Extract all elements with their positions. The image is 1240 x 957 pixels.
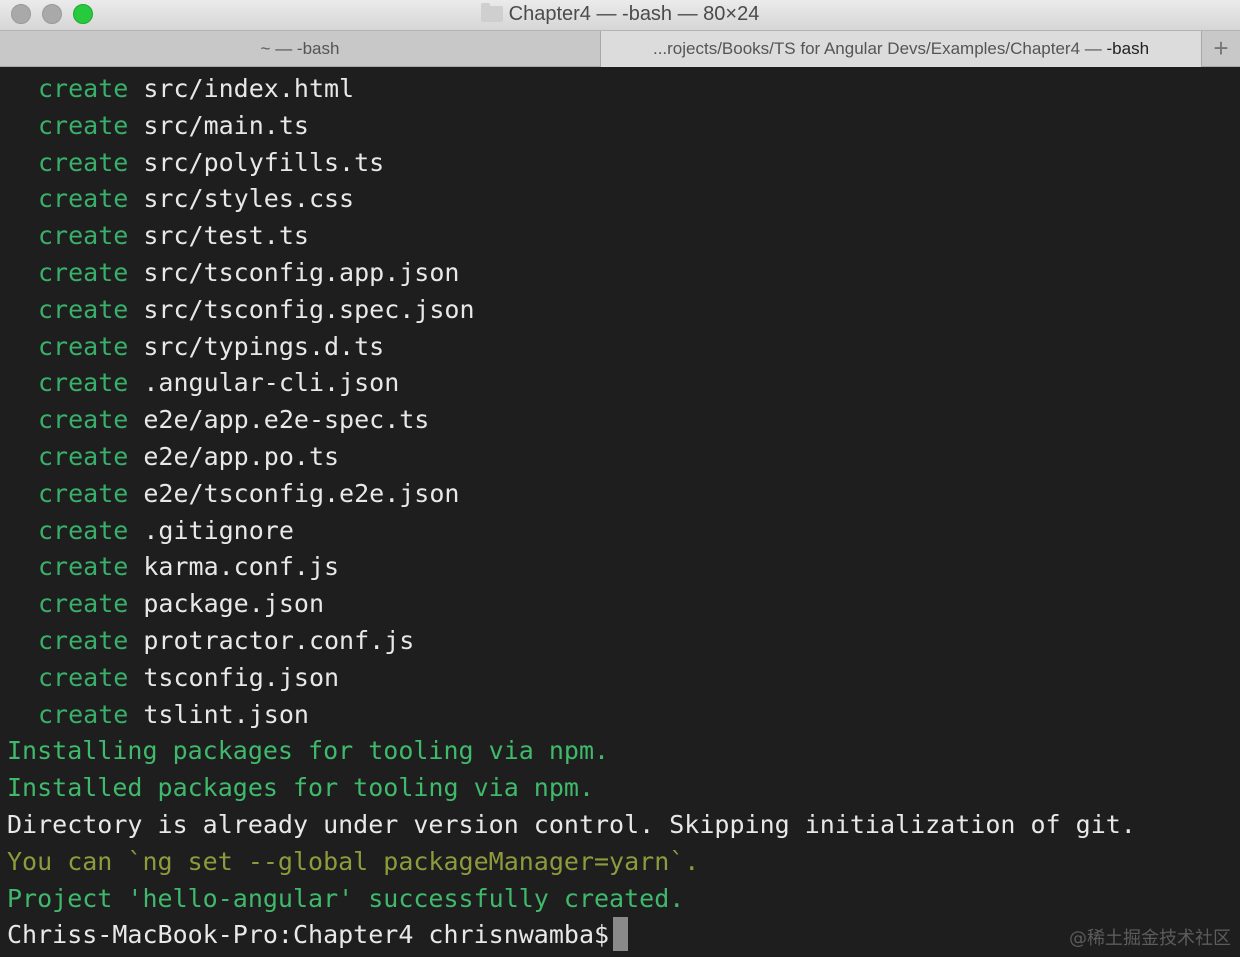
output-line: Project 'hello-angular' successfully cre… bbox=[7, 883, 685, 913]
created-file-path: src/typings.d.ts bbox=[143, 331, 385, 361]
created-file-path: src/polyfills.ts bbox=[143, 147, 385, 177]
create-line: create src/test.ts bbox=[7, 214, 1240, 251]
tab-label: ~ — -bash bbox=[260, 39, 340, 58]
created-file-path: tslint.json bbox=[143, 699, 309, 729]
created-file-path: e2e/app.po.ts bbox=[143, 441, 340, 471]
output-line: You can `ng set --global packageManager=… bbox=[7, 846, 700, 876]
text-cursor bbox=[613, 917, 629, 952]
shell-prompt: Chriss-MacBook-Pro:Chapter4 chrisnwamba$ bbox=[7, 920, 610, 950]
create-keyword: create bbox=[38, 110, 129, 140]
output-line: Installed packages for tooling via npm. bbox=[7, 773, 594, 803]
create-line: create protractor.conf.js bbox=[7, 619, 1240, 656]
create-keyword: create bbox=[38, 331, 129, 361]
created-file-path: tsconfig.json bbox=[143, 662, 340, 692]
window-title: Chapter4 — -bash — 80×24 bbox=[0, 3, 1240, 26]
create-line: create src/typings.d.ts bbox=[7, 325, 1240, 362]
create-keyword: create bbox=[38, 662, 129, 692]
tab-path-label: ...rojects/Books/TS for Angular Devs/Exa… bbox=[652, 39, 1102, 58]
created-file-path: .gitignore bbox=[143, 515, 294, 545]
create-line: create src/index.html bbox=[7, 67, 1240, 104]
tab-home-bash[interactable]: ~ — -bash bbox=[0, 31, 600, 67]
create-keyword: create bbox=[38, 515, 129, 545]
tab-label: -bash bbox=[1101, 39, 1150, 58]
create-keyword: create bbox=[38, 294, 129, 324]
create-line: create src/styles.css bbox=[7, 177, 1240, 214]
create-line: create src/tsconfig.app.json bbox=[7, 251, 1240, 288]
create-keyword: create bbox=[38, 257, 129, 287]
create-keyword: create bbox=[38, 625, 129, 655]
created-file-path: e2e/tsconfig.e2e.json bbox=[143, 478, 460, 508]
created-file-path: e2e/app.e2e-spec.ts bbox=[143, 405, 430, 435]
window-title-text: Chapter4 — -bash — 80×24 bbox=[508, 3, 760, 25]
created-file-path: .angular-cli.json bbox=[143, 368, 400, 398]
create-keyword: create bbox=[38, 147, 129, 177]
folder-icon bbox=[480, 3, 503, 22]
created-file-path: src/main.ts bbox=[143, 110, 309, 140]
created-file-path: karma.conf.js bbox=[143, 552, 340, 582]
tab-chapter4-bash[interactable]: ...rojects/Books/TS for Angular Devs/Exa… bbox=[600, 31, 1202, 67]
create-keyword: create bbox=[38, 221, 129, 251]
create-keyword: create bbox=[38, 368, 129, 398]
create-line: create .gitignore bbox=[7, 509, 1240, 546]
tab-bar: ~ — -bash ...rojects/Books/TS for Angula… bbox=[0, 30, 1240, 67]
create-line: create .angular-cli.json bbox=[7, 361, 1240, 398]
output-line: Directory is already under version contr… bbox=[7, 809, 1136, 839]
prompt-line[interactable]: Chriss-MacBook-Pro:Chapter4 chrisnwamba$ bbox=[7, 913, 1240, 952]
create-keyword: create bbox=[38, 184, 129, 214]
created-file-path: src/styles.css bbox=[143, 184, 355, 214]
create-line: create tsconfig.json bbox=[7, 656, 1240, 693]
created-file-path: package.json bbox=[143, 589, 324, 619]
create-keyword: create bbox=[38, 552, 129, 582]
terminal-output[interactable]: create src/index.html create src/main.ts c… bbox=[0, 67, 1240, 957]
create-keyword: create bbox=[38, 441, 129, 471]
create-keyword: create bbox=[38, 589, 129, 619]
create-keyword: create bbox=[38, 699, 129, 729]
plus-icon: + bbox=[1213, 33, 1229, 63]
new-tab-button[interactable]: + bbox=[1202, 31, 1240, 67]
create-keyword: create bbox=[38, 74, 129, 103]
output-line: Installing packages for tooling via npm. bbox=[7, 736, 610, 766]
created-file-path: src/tsconfig.app.json bbox=[143, 257, 460, 287]
create-keyword: create bbox=[38, 405, 129, 435]
create-line: create src/polyfills.ts bbox=[7, 141, 1240, 178]
create-line: create tslint.json bbox=[7, 693, 1240, 730]
create-keyword: create bbox=[38, 478, 129, 508]
created-file-path: protractor.conf.js bbox=[143, 625, 415, 655]
created-file-path: src/test.ts bbox=[143, 221, 309, 251]
create-line: create e2e/app.e2e-spec.ts bbox=[7, 398, 1240, 435]
create-line: create karma.conf.js bbox=[7, 545, 1240, 582]
created-file-path: src/tsconfig.spec.json bbox=[143, 294, 475, 324]
created-file-path: src/index.html bbox=[143, 74, 355, 103]
create-line: create src/tsconfig.spec.json bbox=[7, 288, 1240, 325]
watermark: @稀土掘金技术社区 bbox=[1069, 928, 1231, 949]
create-line: create e2e/tsconfig.e2e.json bbox=[7, 472, 1240, 509]
create-line: create src/main.ts bbox=[7, 104, 1240, 141]
create-line: create e2e/app.po.ts bbox=[7, 435, 1240, 472]
create-line: create package.json bbox=[7, 582, 1240, 619]
title-bar: Chapter4 — -bash — 80×24 bbox=[0, 0, 1240, 30]
